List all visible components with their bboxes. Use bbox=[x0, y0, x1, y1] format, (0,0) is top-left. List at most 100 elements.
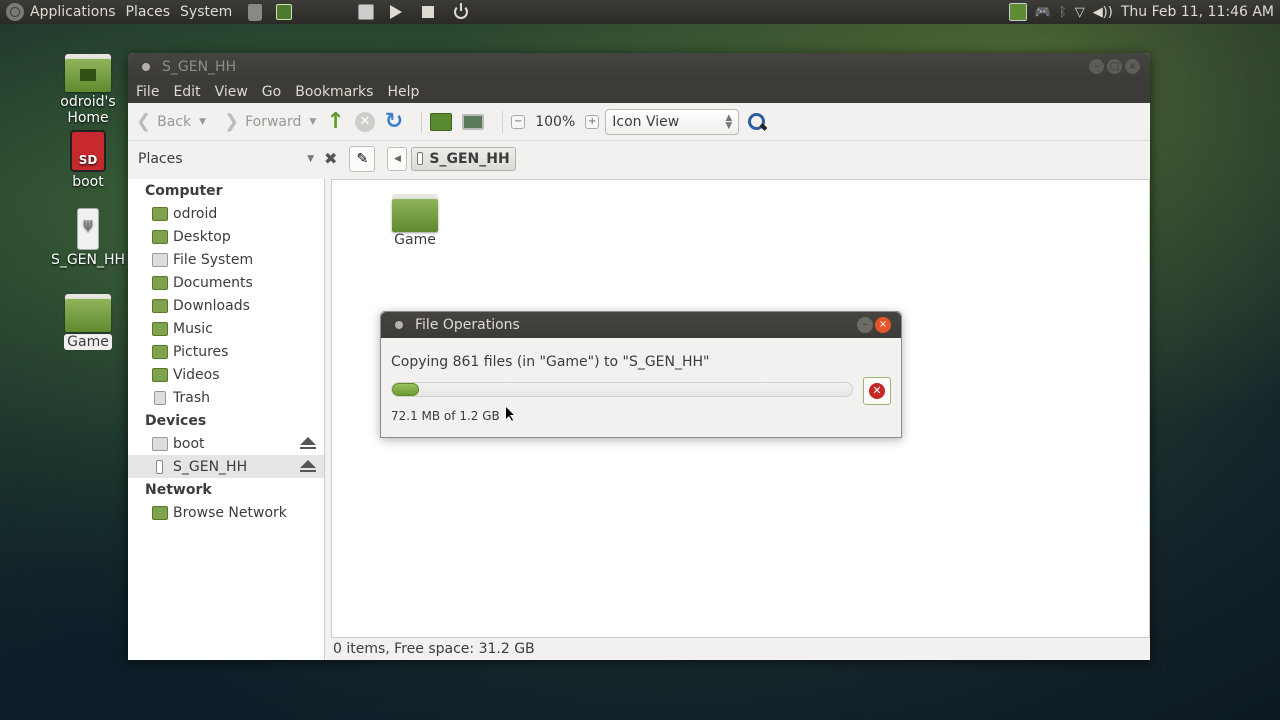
sidebar-item-label: S_GEN_HH bbox=[173, 458, 248, 475]
game-controller-icon[interactable]: 🎮 bbox=[1035, 5, 1051, 20]
storage-indicator-icon[interactable] bbox=[1008, 3, 1027, 21]
cancel-copy-button[interactable]: ✕ bbox=[863, 377, 891, 405]
computer-icon bbox=[462, 113, 485, 130]
breadcrumb-scroll-left-button[interactable]: ◀ bbox=[387, 146, 408, 171]
desktop-icon-game[interactable]: Game bbox=[38, 294, 138, 350]
clock[interactable]: Thu Feb 11, 11:46 AM bbox=[1121, 4, 1274, 20]
sidebar-item-boot[interactable]: boot bbox=[128, 432, 324, 455]
minimize-button[interactable]: – bbox=[1089, 59, 1104, 74]
sidebar-item-browse-network[interactable]: Browse Network bbox=[128, 501, 324, 524]
reload-button[interactable]: ↻ bbox=[385, 109, 403, 134]
menu-bookmarks[interactable]: Bookmarks bbox=[295, 84, 373, 100]
back-button[interactable]: ❮ Back ▼ bbox=[136, 111, 206, 132]
desktop-icon-label: S_GEN_HH bbox=[50, 252, 126, 268]
up-button[interactable]: ↑ bbox=[326, 109, 344, 134]
desktop-icon-label: odroid's Home bbox=[60, 94, 116, 126]
location-bar: Places ▼ ✖ ✎ ◀ S_GEN_HH bbox=[128, 141, 1150, 176]
toolbar-separator bbox=[502, 110, 504, 133]
breadcrumb-label: S_GEN_HH bbox=[429, 150, 510, 167]
sidebar-item-downloads[interactable]: Downloads bbox=[128, 294, 324, 317]
cancel-icon: ✕ bbox=[869, 383, 885, 399]
forward-history-dropdown[interactable]: ▼ bbox=[309, 117, 316, 127]
sidebar-item-label: boot bbox=[173, 435, 205, 452]
usb-drive-icon bbox=[417, 152, 424, 165]
sidebar-item-pictures[interactable]: Pictures bbox=[128, 340, 324, 363]
zoom-in-button[interactable]: + bbox=[585, 114, 600, 129]
zoom-out-button[interactable]: − bbox=[511, 114, 526, 129]
back-history-dropdown[interactable]: ▼ bbox=[199, 117, 206, 127]
sidebar-item-file-system[interactable]: File System bbox=[128, 248, 324, 271]
computer-button[interactable] bbox=[462, 113, 485, 130]
window-menu-icon[interactable] bbox=[395, 321, 403, 329]
window-titlebar[interactable]: S_GEN_HH – □ × bbox=[128, 53, 1150, 80]
sidebar-section-computer: Computer bbox=[145, 183, 223, 199]
menu-file[interactable]: File bbox=[136, 84, 159, 100]
bluetooth-icon[interactable]: ᛒ bbox=[1059, 5, 1067, 20]
folder-icon bbox=[392, 194, 438, 232]
eject-icon[interactable] bbox=[300, 460, 316, 472]
toolbar: ❮ Back ▼ ❯ Forward ▼ ↑ ✕ ↻ − 100% + Icon… bbox=[128, 103, 1150, 141]
sidebar-item-trash[interactable]: Trash bbox=[128, 386, 324, 409]
reload-icon: ↻ bbox=[384, 109, 404, 134]
desktop-icon-s-gen-hh[interactable]: ψ S_GEN_HH bbox=[38, 208, 138, 268]
sidebar-item-s-gen-hh[interactable]: S_GEN_HH bbox=[128, 455, 324, 478]
downloads-folder-icon bbox=[152, 298, 168, 313]
hard-disk-icon bbox=[152, 252, 168, 267]
file-manager-icon[interactable] bbox=[358, 4, 375, 20]
music-folder-icon bbox=[152, 321, 168, 336]
show-desktop-icon[interactable] bbox=[276, 4, 293, 20]
ubuntu-logo-icon[interactable] bbox=[6, 3, 24, 21]
menu-edit[interactable]: Edit bbox=[173, 84, 200, 100]
trash-icon[interactable] bbox=[248, 3, 263, 21]
copy-progress-fill bbox=[392, 383, 419, 396]
sidebar-item-music[interactable]: Music bbox=[128, 317, 324, 340]
maximize-button[interactable]: □ bbox=[1107, 59, 1122, 74]
sidebar: Computer odroid Desktop File System Docu… bbox=[128, 179, 325, 660]
desktop-icon-boot[interactable]: SD boot bbox=[38, 130, 138, 190]
back-label: Back bbox=[157, 113, 192, 130]
chevron-left-icon: ❮ bbox=[136, 111, 152, 132]
toolbar-separator bbox=[421, 110, 423, 133]
view-mode-select[interactable]: Icon View ▲ ▼ bbox=[605, 108, 740, 135]
copy-progress-detail: 72.1 MB of 1.2 GB bbox=[391, 409, 500, 423]
dialog-titlebar[interactable]: File Operations – × bbox=[381, 312, 901, 338]
breadcrumb-item[interactable]: S_GEN_HH bbox=[411, 146, 516, 171]
arrow-up-icon: ↑ bbox=[326, 109, 345, 134]
stop-icon[interactable] bbox=[422, 6, 435, 18]
file-item-game[interactable]: Game bbox=[372, 194, 458, 248]
sidebar-item-odroid[interactable]: odroid bbox=[128, 202, 324, 225]
menu-system[interactable]: System bbox=[180, 4, 232, 20]
search-icon[interactable] bbox=[747, 112, 767, 132]
sidebar-item-desktop[interactable]: Desktop bbox=[128, 225, 324, 248]
dialog-minimize-button[interactable]: – bbox=[857, 317, 873, 333]
menu-help[interactable]: Help bbox=[387, 84, 419, 100]
home-icon bbox=[430, 112, 453, 131]
desktop-icon-label: Game bbox=[64, 334, 112, 350]
menu-places[interactable]: Places bbox=[126, 4, 171, 20]
sidebar-item-label: Videos bbox=[173, 366, 220, 383]
wifi-icon[interactable]: ▽ bbox=[1075, 5, 1085, 20]
menu-applications[interactable]: Applications bbox=[30, 4, 116, 20]
power-icon[interactable] bbox=[454, 3, 469, 19]
sidebar-selector[interactable]: Places ▼ bbox=[128, 151, 324, 167]
sidebar-item-videos[interactable]: Videos bbox=[128, 363, 324, 386]
play-icon[interactable] bbox=[390, 5, 403, 19]
menu-view[interactable]: View bbox=[215, 84, 248, 100]
menu-go[interactable]: Go bbox=[262, 84, 281, 100]
home-button[interactable] bbox=[430, 112, 453, 131]
dialog-close-button[interactable]: × bbox=[875, 317, 891, 333]
sidebar-item-documents[interactable]: Documents bbox=[128, 271, 324, 294]
window-menu-icon[interactable] bbox=[142, 62, 150, 71]
volume-icon[interactable]: ◀)) bbox=[1093, 5, 1113, 20]
zoom-level: 100% bbox=[535, 113, 576, 130]
desktop-icon-label: boot bbox=[72, 174, 104, 190]
edit-location-button[interactable]: ✎ bbox=[349, 145, 376, 172]
sidebar-item-label: odroid bbox=[173, 205, 218, 222]
documents-folder-icon bbox=[152, 275, 168, 290]
stop-button[interactable]: ✕ bbox=[354, 111, 375, 132]
desktop-icon-home[interactable]: odroid's Home bbox=[38, 54, 138, 126]
close-button[interactable]: × bbox=[1125, 59, 1140, 74]
eject-icon[interactable] bbox=[300, 437, 316, 449]
forward-button[interactable]: ❯ Forward ▼ bbox=[224, 111, 316, 132]
close-sidebar-button[interactable]: ✖ bbox=[324, 149, 337, 168]
